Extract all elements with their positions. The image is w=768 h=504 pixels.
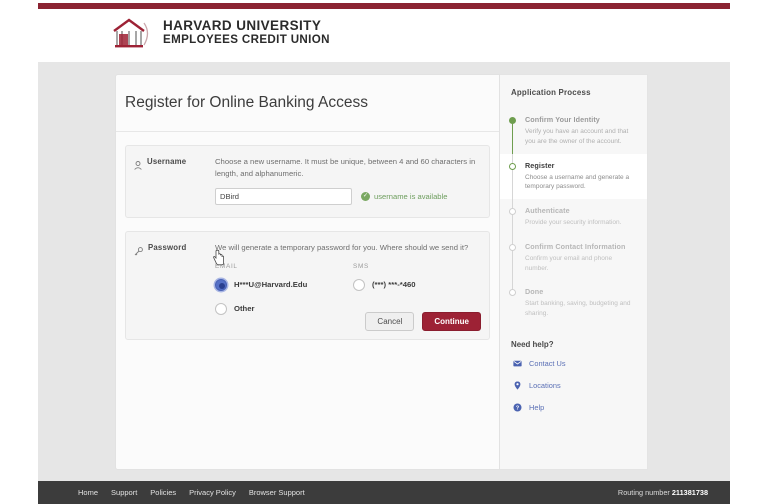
help-links: Contact Us Locations ? Help bbox=[500, 349, 647, 412]
step-name: Register bbox=[525, 160, 555, 170]
step-description: Confirm your email and phone number. bbox=[525, 254, 613, 272]
check-circle-icon: ✓ bbox=[361, 191, 370, 201]
footer-link-policies[interactable]: Policies bbox=[150, 488, 176, 497]
password-description: We will generate a temporary password fo… bbox=[215, 242, 469, 252]
step-dot bbox=[509, 162, 516, 170]
step-connector bbox=[512, 234, 513, 281]
form-actions: Cancel Continue bbox=[365, 312, 481, 331]
radio-option-email[interactable]: H***U@Harvard.Edu bbox=[215, 278, 353, 291]
process-steps: Confirm Your Identity Verify you have an… bbox=[500, 108, 647, 326]
username-availability-text: username is available bbox=[374, 191, 448, 201]
radio-option-other[interactable]: Other bbox=[215, 302, 353, 315]
site-logo[interactable]: HARVARD UNIVERSITY EMPLOYEES CREDIT UNIO… bbox=[110, 15, 330, 51]
continue-button[interactable]: Continue bbox=[422, 312, 481, 331]
routing-number-label: Routing number bbox=[617, 488, 670, 497]
step-description: Verify you have an account and that you … bbox=[525, 128, 629, 145]
page-title: Register for Online Banking Access bbox=[125, 94, 368, 111]
page-root: HARVARD UNIVERSITY EMPLOYEES CREDIT UNIO… bbox=[0, 0, 768, 504]
step-dot bbox=[509, 208, 516, 215]
step-dot bbox=[509, 117, 516, 124]
step-done[interactable]: Done Start banking, saving, budgeting an… bbox=[500, 280, 647, 326]
bank-building-icon bbox=[110, 15, 154, 51]
title-divider bbox=[116, 131, 499, 132]
radio-sms[interactable] bbox=[353, 278, 365, 291]
step-dot bbox=[509, 243, 516, 251]
page-margin-left bbox=[0, 0, 38, 62]
svg-text:?: ? bbox=[516, 405, 520, 411]
step-dot bbox=[509, 289, 516, 297]
step-authenticate[interactable]: Authenticate Provide your security infor… bbox=[500, 199, 647, 235]
footer-link-support[interactable]: Support bbox=[111, 488, 137, 497]
step-confirm-your-identity[interactable]: Confirm Your Identity Verify you have an… bbox=[500, 108, 647, 154]
map-pin-icon bbox=[513, 381, 522, 390]
step-name: Confirm Your Identity bbox=[525, 115, 600, 124]
question-circle-icon: ? bbox=[513, 403, 522, 412]
username-field-block: Username Choose a new username. It must … bbox=[125, 145, 490, 218]
person-icon bbox=[134, 157, 142, 175]
step-description: Choose a username and generate a tempora… bbox=[525, 173, 630, 191]
footer-link-home[interactable]: Home bbox=[78, 488, 98, 497]
step-register[interactable]: Register Choose a username and generate … bbox=[500, 153, 647, 199]
step-connector bbox=[512, 120, 513, 154]
registration-card: Register for Online Banking Access Usern… bbox=[115, 74, 500, 470]
step-connector bbox=[512, 153, 513, 199]
routing-number-value: 211381738 bbox=[671, 488, 708, 497]
password-label: Password bbox=[148, 242, 187, 252]
footer-link-privacy-policy[interactable]: Privacy Policy bbox=[189, 488, 236, 497]
radio-other[interactable] bbox=[215, 302, 227, 315]
step-description: Start banking, saving, budgeting and sha… bbox=[525, 300, 631, 317]
radio-email-label: H***U@Harvard.Edu bbox=[234, 280, 308, 290]
top-accent-bar bbox=[38, 3, 730, 9]
sidebar-title: Application Process bbox=[511, 88, 591, 97]
cancel-button[interactable]: Cancel bbox=[365, 312, 415, 331]
step-name: Done bbox=[525, 287, 544, 297]
footer-links: Home Support Policies Privacy Policy Bro… bbox=[38, 488, 305, 497]
email-column: EMAIL H***U@Harvard.Edu Other bbox=[215, 263, 353, 327]
step-connector bbox=[512, 199, 513, 235]
step-confirm-contact-information[interactable]: Confirm Contact Information Confirm your… bbox=[500, 234, 647, 281]
step-name: Confirm Contact Information bbox=[525, 241, 626, 251]
step-description: Provide your security information. bbox=[525, 219, 622, 226]
step-name: Authenticate bbox=[525, 206, 570, 215]
sms-column-header: SMS bbox=[353, 262, 369, 270]
key-icon bbox=[134, 243, 143, 261]
username-label: Username bbox=[147, 157, 187, 166]
need-help-title: Need help? bbox=[511, 339, 554, 349]
envelope-icon bbox=[513, 359, 522, 368]
footer-link-browser-support[interactable]: Browser Support bbox=[249, 488, 305, 497]
site-footer: Home Support Policies Privacy Policy Bro… bbox=[38, 481, 730, 504]
username-availability: ✓ username is available bbox=[361, 191, 448, 201]
username-input[interactable] bbox=[215, 187, 352, 205]
username-label-group: Username bbox=[134, 156, 212, 205]
help-link-locations[interactable]: Locations bbox=[513, 381, 647, 390]
help-link-label: Help bbox=[529, 402, 545, 412]
help-link-label: Locations bbox=[529, 380, 561, 390]
application-process-panel: Application Process Confirm Your Identit… bbox=[500, 74, 648, 470]
radio-sms-label: (***) ***-*460 bbox=[372, 280, 416, 290]
username-description: Choose a new username. It must be unique… bbox=[215, 157, 476, 178]
routing-number-block: Routing number 211381738 bbox=[618, 488, 730, 497]
radio-email[interactable] bbox=[215, 278, 227, 291]
password-label-group: Password bbox=[134, 242, 212, 327]
username-input-row: ✓ username is available bbox=[215, 187, 481, 205]
help-link-contact-us[interactable]: Contact Us bbox=[513, 359, 647, 368]
email-column-header: EMAIL bbox=[215, 262, 238, 270]
help-link-label: Contact Us bbox=[529, 358, 566, 368]
help-link-help[interactable]: ? Help bbox=[513, 403, 647, 412]
radio-other-label: Other bbox=[234, 304, 255, 314]
brand-line-1: HARVARD UNIVERSITY bbox=[163, 18, 322, 34]
radio-option-sms[interactable]: (***) ***-*460 bbox=[353, 278, 503, 291]
username-body: Choose a new username. It must be unique… bbox=[212, 156, 481, 205]
brand-line-2: EMPLOYEES CREDIT UNION bbox=[163, 33, 330, 47]
